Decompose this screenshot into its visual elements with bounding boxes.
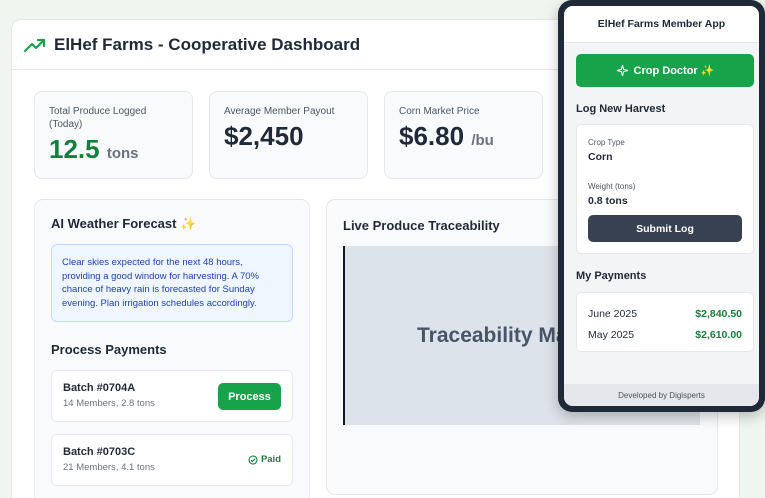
- weather-title: AI Weather Forecast ✨: [51, 216, 197, 231]
- page-title: ElHef Farms - Cooperative Dashboard: [54, 34, 361, 54]
- crop-doctor-button[interactable]: Crop Doctor ✨: [576, 54, 754, 87]
- my-payments-title: My Payments: [576, 270, 647, 282]
- app-title: ElHef Farms Member App: [564, 6, 759, 43]
- stat-average-payout: Average Member Payout $2,450: [209, 91, 368, 179]
- weight-field[interactable]: 0.8 tons: [588, 195, 742, 207]
- payment-month: June 2025: [588, 307, 638, 320]
- stat-label: Corn Market Price: [399, 106, 480, 117]
- payments-title: Process Payments: [51, 342, 167, 357]
- stat-value: $6.80 /bu: [399, 121, 494, 151]
- sparkles-icon: [616, 64, 628, 77]
- stat-corn-price: Corn Market Price $6.80 /bu: [384, 91, 543, 179]
- paid-badge: Paid: [248, 454, 281, 465]
- harvest-form: Crop Type Corn Weight (tons) 0.8 tons Su…: [576, 124, 754, 254]
- list-item: May 2025 $2,610.00: [588, 324, 742, 345]
- payments-list: June 2025 $2,840.50 May 2025 $2,610.00: [576, 292, 754, 352]
- batch-row: Batch #0704A 14 Members, 2.8 tons Proces…: [51, 370, 293, 422]
- stat-label: Total Produce Logged (Today): [49, 106, 147, 130]
- stat-value: $2,450: [224, 121, 304, 151]
- check-circle-icon: [248, 454, 258, 465]
- weather-forecast-text: Clear skies expected for the next 48 hou…: [51, 244, 293, 322]
- crop-type-field[interactable]: Corn: [588, 151, 742, 163]
- submit-log-button[interactable]: Submit Log: [588, 215, 742, 242]
- log-harvest-title: Log New Harvest: [576, 103, 666, 115]
- stat-total-produce: Total Produce Logged (Today) 12.5 tons: [34, 91, 193, 179]
- stat-value: 12.5 tons: [49, 134, 139, 164]
- phone-frame: ElHef Farms Member App Crop Doctor ✨ Log…: [558, 0, 765, 412]
- process-button[interactable]: Process: [218, 383, 281, 410]
- list-item: June 2025 $2,840.50: [588, 303, 742, 324]
- payment-amount: $2,840.50: [695, 307, 742, 320]
- app-footer: Developed by Digisperts: [564, 384, 759, 406]
- crop-type-label: Crop Type: [588, 138, 625, 147]
- stat-label: Average Member Payout: [224, 106, 335, 117]
- weight-label: Weight (tons): [588, 182, 636, 191]
- payment-month: May 2025: [588, 328, 635, 341]
- phone-screen: ElHef Farms Member App Crop Doctor ✨ Log…: [564, 6, 759, 406]
- batch-row: Batch #0703C 21 Members, 4.1 tons Paid: [51, 434, 293, 486]
- trending-up-icon: [24, 38, 46, 52]
- traceability-title: Live Produce Traceability: [343, 218, 500, 233]
- map-placeholder-text: Traceability Ma: [417, 323, 568, 347]
- payment-amount: $2,610.00: [695, 328, 742, 341]
- weather-payments-card: AI Weather Forecast ✨ Clear skies expect…: [34, 199, 310, 498]
